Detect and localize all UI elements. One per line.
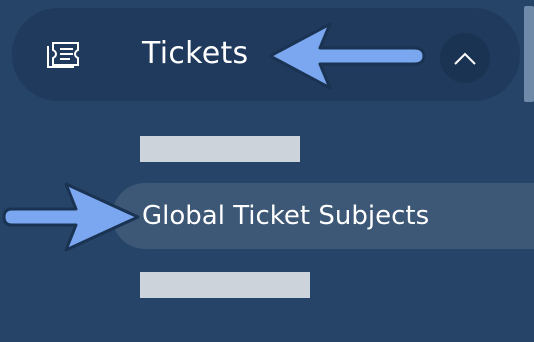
arrow-icon [268,22,426,90]
sidebar-item-label: Global Ticket Subjects [142,201,430,231]
sidebar-sub-item-redacted[interactable] [140,272,310,298]
sidebar-item-global-ticket-subjects[interactable]: Global Ticket Subjects [112,183,534,249]
sidebar-group-title: Tickets [142,36,249,71]
ticket-icon [46,40,80,68]
collapse-button[interactable] [440,33,490,83]
sidebar: Tickets Global Ticket Subjects [0,0,534,342]
scrollbar-thumb[interactable] [524,6,534,102]
sidebar-sub-item-redacted[interactable] [140,136,300,162]
arrow-icon [2,182,140,252]
chevron-up-icon [454,52,476,65]
